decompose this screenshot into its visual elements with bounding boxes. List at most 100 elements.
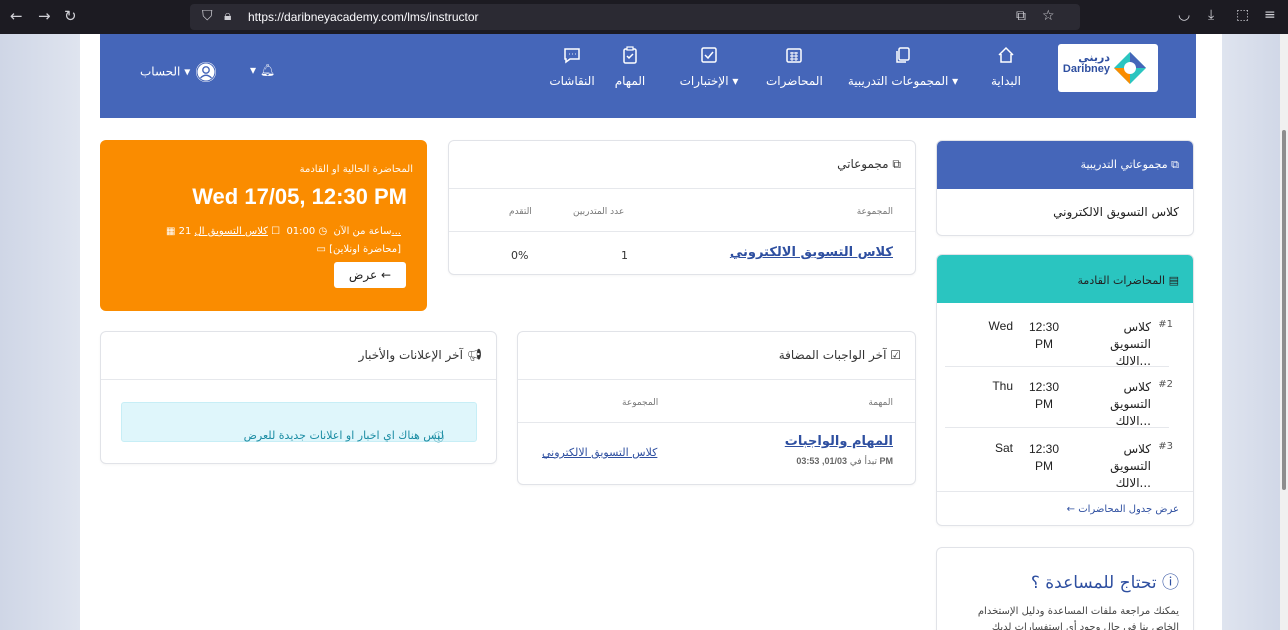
col-group-header: المجموعة: [856, 207, 893, 217]
back-icon[interactable]: ←: [10, 7, 23, 25]
lecture-name: كلاس التسويق الالك...: [1085, 441, 1151, 491]
copy-icon: [896, 47, 910, 63]
my-groups-card: مجموعاتي ⧉ المجموعة عدد المتدربين التقدم…: [448, 140, 916, 275]
account-menu[interactable]: الحساب ▾: [140, 62, 218, 82]
translate-icon[interactable]: ⧉: [1016, 8, 1026, 24]
current-lecture-type: ▭ [محاضرة اونلاين]: [317, 244, 402, 255]
upcoming-lecture-row[interactable]: #1 كلاس التسويق الالك... 12:30 PM Wed: [951, 319, 1173, 381]
nav-tasks-label: المهام: [614, 74, 646, 88]
nav-discussions[interactable]: النقاشات: [548, 46, 596, 88]
current-lecture-datetime: Wed 17/05, 12:30 PM: [192, 184, 407, 209]
lecture-name-line2: الالك...: [1115, 475, 1151, 490]
lecture-name-line2: الالك...: [1115, 413, 1151, 428]
nav-quizzes-label: الإختبارات ▾: [679, 74, 739, 88]
help-title-text: تحتاج للمساعدة ؟: [1030, 573, 1157, 593]
page-gutter-left: [0, 34, 80, 630]
my-groups-title: مجموعاتي ⧉: [837, 157, 901, 172]
megaphone-icon: 📢︎: [466, 348, 482, 362]
col-progress-header: التقدم: [509, 207, 532, 217]
group-name-link[interactable]: كلاس التسويق الالكتروني: [730, 245, 893, 260]
task-name-link[interactable]: المهام والواجبات: [785, 434, 893, 449]
brand-logo[interactable]: دريني Daribney: [1058, 44, 1158, 92]
assignments-title-text: آخر الواجبات المضافة: [778, 348, 887, 362]
lecture-time-line1: 12:30: [1028, 380, 1060, 394]
upcoming-lectures-header: المحاضرات القادمة ▤: [937, 255, 1193, 303]
training-groups-title-text: مجموعاتي التدريبية: [1080, 158, 1168, 171]
news-title-text: آخر الإعلانات والأخبار: [358, 348, 463, 362]
stop-icon: ☐: [271, 226, 281, 237]
news-header: آخر الإعلانات والأخبار 📢︎: [101, 332, 496, 380]
address-bar[interactable]: ⛉ 🔒︎ https://daribneyacademy.com/lms/ins…: [190, 4, 1080, 30]
lecture-name-line1: كلاس التسويق: [1110, 442, 1151, 473]
reload-icon[interactable]: ↻: [64, 7, 77, 25]
training-group-item[interactable]: كلاس التسويق الالكتروني: [1053, 205, 1179, 219]
view-lecture-button[interactable]: عرض ←: [334, 262, 406, 288]
star-icon[interactable]: ☆: [1042, 8, 1055, 24]
notifications-caret: ▾: [250, 63, 257, 77]
row-divider: [945, 366, 1169, 367]
no-news-text: ليس هناك اي اخبار او اعلانات جديدة للعرض: [243, 429, 444, 442]
nav-lectures[interactable]: المحاضرات: [766, 46, 823, 88]
copy-icon: ⧉: [892, 157, 901, 171]
upcoming-lecture-row[interactable]: #2 كلاس التسويق الالك... 12:30 PM Thu: [951, 379, 1173, 441]
brand-name-ar: دريني: [1078, 51, 1110, 64]
check-square-icon: [701, 47, 717, 63]
col-trainees-header: عدد المتدربين: [573, 207, 625, 217]
video-icon: ▭: [316, 244, 326, 255]
nav-tasks[interactable]: المهام: [610, 46, 650, 88]
nav-lectures-label: المحاضرات: [766, 74, 823, 88]
lecture-time-line2: PM: [1035, 396, 1053, 411]
lecture-time-line1: 12:30: [1028, 442, 1060, 456]
lecture-number: #3: [1158, 441, 1173, 452]
group-progress: 0%: [511, 249, 529, 262]
download-icon[interactable]: ⤓: [1208, 7, 1214, 23]
nav-home[interactable]: البداية: [986, 46, 1026, 88]
lecture-schedule-link[interactable]: ← عرض جدول المحاضرات: [1067, 504, 1179, 515]
clipboard-check-icon: [623, 46, 637, 64]
info-icon: ⓘ: [433, 431, 444, 444]
lock-icon: 🔒︎: [224, 8, 232, 24]
lecture-time: 12:30 PM: [1025, 319, 1063, 353]
lecture-name: كلاس التسويق الالك...: [1085, 379, 1151, 429]
task-start-date: 01/03, 03:53 PM: [796, 456, 893, 466]
assignments-title: آخر الواجبات المضافة ☑: [779, 348, 901, 362]
lecture-day: Wed: [988, 319, 1013, 333]
brand-name-en: Daribney: [1062, 62, 1110, 75]
help-circle-icon: ⓘ: [1162, 573, 1179, 593]
lecture-day: Sat: [994, 441, 1013, 455]
forward-icon[interactable]: →: [38, 7, 51, 25]
lecture-duration: 01:00: [286, 226, 316, 237]
nav-home-label: البداية: [990, 74, 1022, 88]
news-title: آخر الإعلانات والأخبار 📢︎: [359, 348, 482, 362]
help-card: تحتاج للمساعدة ؟ ⓘ يمكنك مراجعة ملفات ال…: [936, 547, 1194, 630]
bell-icon: 🔔︎: [259, 63, 276, 77]
nav-groups-label: المجموعات التدريبية ▾: [847, 74, 959, 88]
home-icon: [998, 46, 1014, 63]
copy-icon: ⧉: [1171, 158, 1179, 171]
lecture-time: 12:30 PM: [1025, 379, 1063, 413]
latest-news-card: آخر الإعلانات والأخبار 📢︎ ليس هناك اي اخ…: [100, 331, 497, 464]
clock-icon: ◷: [318, 226, 328, 237]
my-groups-header: مجموعاتي ⧉: [449, 141, 915, 189]
lecture-name-line1: كلاس التسويق: [1110, 320, 1151, 351]
chat-icon: [564, 48, 580, 64]
pocket-icon[interactable]: ◡: [1178, 7, 1190, 23]
assignment-group-link[interactable]: كلاس التسويق الالكتروني: [542, 446, 657, 459]
nav-quizzes[interactable]: الإختبارات ▾: [674, 46, 744, 88]
nav-groups[interactable]: المجموعات التدريبية ▾: [846, 46, 960, 88]
notifications-button[interactable]: ▾ 🔔︎: [250, 63, 275, 77]
table-divider: [518, 422, 915, 423]
row-divider: [945, 427, 1169, 428]
task-start-prefix: تبدأ في: [849, 457, 877, 467]
lecture-number: #2: [1158, 379, 1173, 390]
upcoming-lecture-row[interactable]: #3 كلاس التسويق الالك... 12:30 PM Sat: [951, 441, 1173, 503]
extensions-icon[interactable]: ⬚: [1236, 7, 1249, 23]
current-lecture-label: المحاضرة الحالية او القادمة: [299, 164, 413, 175]
menu-icon[interactable]: ≡: [1264, 7, 1276, 23]
upcoming-lectures-card: المحاضرات القادمة ▤ #1 كلاس التسويق الالك…: [936, 254, 1194, 526]
col-task-header: المهمة: [868, 398, 893, 408]
lecture-time: 12:30 PM: [1025, 441, 1063, 475]
scrollbar-thumb[interactable]: [1282, 130, 1286, 490]
clipboard-check-icon: ☑: [890, 348, 901, 362]
lecture-time-line2: PM: [1035, 458, 1053, 473]
